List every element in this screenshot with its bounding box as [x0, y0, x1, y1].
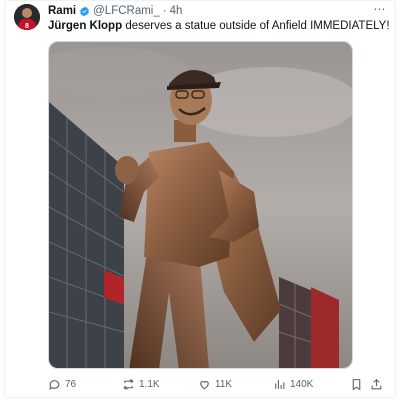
author-name[interactable]: Rami [48, 5, 76, 17]
reply-icon [49, 379, 60, 390]
like-count: 11K [215, 378, 233, 390]
tweet-header: Rami @LFCRami_ · 4h [48, 4, 182, 18]
like-button[interactable]: 11K [198, 376, 232, 392]
reply-button[interactable]: 76 [48, 376, 76, 392]
bookmark-icon [352, 378, 361, 390]
tweet-image[interactable] [48, 41, 353, 369]
share-button[interactable] [370, 376, 383, 392]
verified-badge-icon [80, 6, 89, 16]
tweet-actions: 76 1.1K 11K 140K [48, 376, 384, 394]
separator-dot: · [162, 5, 167, 17]
retweet-count: 1.1K [139, 378, 160, 390]
bookmark-button[interactable] [350, 376, 363, 392]
tweet-text: Jürgen Klopp deserves a statue outside o… [48, 19, 390, 33]
views-count: 140K [290, 378, 314, 390]
more-options-icon[interactable]: ⋯ [374, 3, 387, 15]
views-bar-chart-icon [275, 379, 285, 389]
views-button[interactable]: 140K [273, 376, 313, 392]
avatar-jersey-number: 8 [25, 23, 29, 30]
author-handle[interactable]: @LFCRami_ [93, 5, 160, 17]
avatar[interactable]: 8 [14, 4, 40, 30]
reply-count: 76 [65, 378, 77, 390]
timestamp[interactable]: 4h [170, 5, 183, 17]
share-icon [371, 378, 382, 389]
heart-icon [200, 380, 209, 389]
retweet-icon [123, 378, 134, 390]
retweet-button[interactable]: 1.1K [122, 376, 160, 392]
tweet-text-rest: deserves a statue outside of Anfield IMM… [122, 20, 390, 32]
tweet-text-bold: Jürgen Klopp [48, 20, 123, 32]
